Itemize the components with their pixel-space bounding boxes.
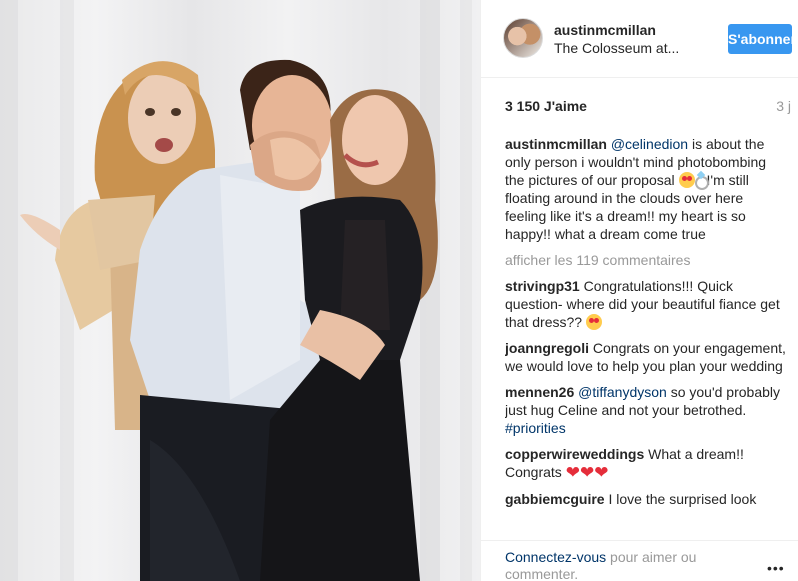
comment-username[interactable]: copperwireweddings	[505, 446, 644, 462]
post-sidebar: austinmcmillan The Colosseum at... S'abo…	[480, 0, 798, 581]
follow-button[interactable]: S'abonner	[728, 24, 796, 54]
post-time[interactable]: 3 j	[776, 98, 791, 114]
list-item: mennen26 @tiffanydyson so you'd probably…	[505, 383, 787, 437]
post-header: austinmcmillan The Colosseum at... S'abo…	[481, 0, 798, 78]
post-author-username[interactable]: austinmcmillan	[554, 22, 656, 38]
caption: austinmcmillan @celinedion is about the …	[505, 135, 787, 243]
comments-list[interactable]: austinmcmillan @celinedion is about the …	[505, 135, 787, 533]
photo-illustration	[0, 0, 472, 581]
avatar[interactable]	[503, 18, 543, 58]
comment-username[interactable]: mennen26	[505, 384, 574, 400]
comment-username[interactable]: strivingp31	[505, 278, 580, 294]
comment-hashtag[interactable]: #priorities	[505, 420, 566, 436]
caption-username[interactable]: austinmcmillan	[505, 136, 607, 152]
view-all-comments-link[interactable]: afficher les 119 commentaires	[505, 251, 787, 269]
post-photo[interactable]	[0, 0, 480, 581]
login-prompt: Connectez-vous pour aimer ou commenter.	[505, 549, 725, 581]
post-footer: Connectez-vous pour aimer ou commenter. …	[481, 540, 798, 581]
ring-emoji-icon	[694, 172, 709, 190]
more-options-icon[interactable]: •••	[767, 560, 785, 576]
list-item: strivingp31 Congratulations!!! Quick que…	[505, 277, 787, 331]
list-item: joanngregoli Congrats on your engagement…	[505, 339, 787, 375]
list-item: gabbiemcguire I love the surprised look	[505, 490, 787, 508]
heart-emoji-icon: ❤	[565, 463, 580, 482]
likes-count[interactable]: 3 150 J'aime	[505, 98, 587, 114]
comment-username[interactable]: gabbiemcguire	[505, 491, 605, 507]
comment-username[interactable]: joanngregoli	[505, 340, 589, 356]
login-link[interactable]: Connectez-vous	[505, 549, 606, 565]
list-item: copperwireweddings What a dream!! Congra…	[505, 445, 787, 482]
comment-mention[interactable]: @tiffanydyson	[578, 384, 667, 400]
likes-row: 3 150 J'aime 3 j	[505, 98, 791, 118]
heart-emoji-icon: ❤	[579, 463, 595, 482]
post-location[interactable]: The Colosseum at...	[554, 40, 679, 56]
caption-mention[interactable]: @celinedion	[611, 136, 688, 152]
heart-emoji-icon: ❤	[594, 463, 609, 482]
comment-text: I love the surprised look	[608, 491, 757, 507]
heart-eyes-emoji-icon	[585, 314, 602, 330]
heart-eyes-emoji-icon	[678, 172, 695, 188]
